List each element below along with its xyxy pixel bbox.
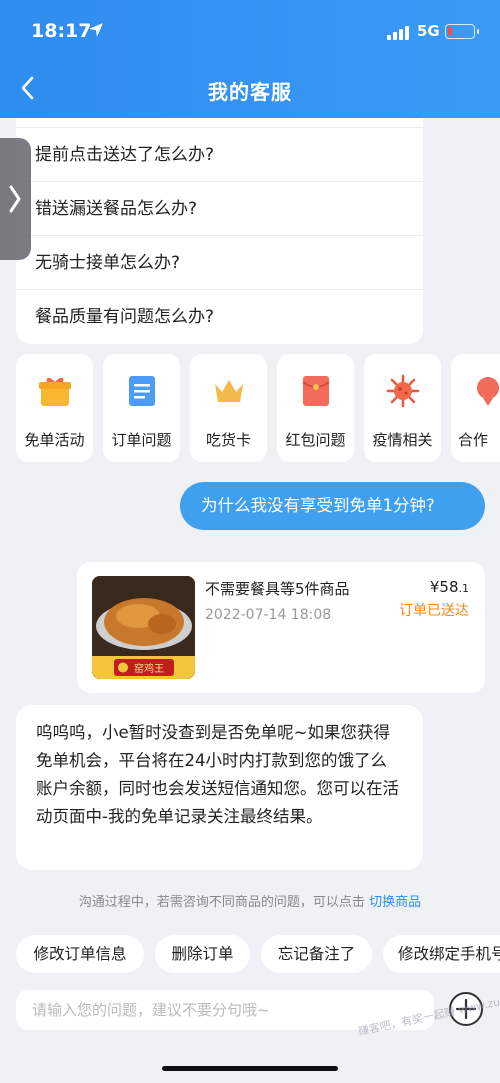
quick-reply-button[interactable]: 删除订单 — [155, 935, 250, 973]
order-status: 订单已送达 — [399, 603, 469, 619]
faq-card: 提前点击送达了怎么办? 错送漏送餐品怎么办? 无骑士接单怎么办? 餐品质量有问题… — [16, 118, 423, 344]
status-time: 18:17 — [31, 20, 92, 42]
order-items-name: 不需要餐具等5件商品 — [205, 580, 350, 598]
switch-product-hint: 沟通过程中，若需咨询不同商品的问题，可以点击 切换商品 — [0, 891, 500, 910]
roast-chicken-image: 窑鸡王 — [92, 576, 195, 679]
crown-icon — [215, 380, 243, 402]
shortcut-red-envelope[interactable]: 红包问题 — [277, 354, 354, 462]
quick-reply-button[interactable]: 修改绑定手机号 — [383, 935, 500, 973]
shortcut-label: 订单问题 — [111, 431, 172, 449]
store-logo-text: 窑鸡王 — [134, 662, 164, 675]
switch-product-link[interactable]: 切换商品 — [369, 895, 421, 910]
shortcut-order-issue[interactable]: 订单问题 — [103, 354, 180, 462]
shortcut-partner[interactable]: 合作 — [451, 354, 500, 462]
shortcut-label: 红包问题 — [285, 431, 346, 449]
status-bar: 18:17 5G — [0, 0, 500, 60]
order-price-main: ¥58 — [429, 578, 459, 596]
order-price-decimal: .1 — [458, 582, 470, 595]
faq-item[interactable]: 提前点击送达了怎么办? — [16, 127, 423, 181]
red-envelope-icon — [302, 376, 330, 406]
document-icon — [129, 376, 155, 406]
battery-icon — [445, 24, 479, 39]
gift-icon — [39, 377, 71, 406]
network-label: 5G — [417, 22, 440, 40]
bot-message-bubble: 呜呜呜，小e暂时没查到是否免单呢~如果您获得免单机会，平台将在24小时内打款到您… — [16, 705, 423, 870]
shortcut-epidemic[interactable]: 疫情相关 — [364, 354, 441, 462]
shortcut-label: 免单活动 — [24, 431, 85, 449]
chevron-right-icon — [9, 185, 21, 213]
header-bar: 18:17 5G 我的客服 — [0, 0, 500, 118]
shortcut-label: 吃货卡 — [205, 431, 251, 449]
order-card[interactable]: 窑鸡王 不需要餐具等5件商品 2022-07-14 18:08 ¥58.1 订单… — [77, 562, 485, 693]
order-date: 2022-07-14 18:08 — [205, 607, 332, 623]
shortcut-foodie-card[interactable]: 吃货卡 — [190, 354, 267, 462]
signal-icon — [387, 26, 409, 40]
battery-level — [448, 27, 452, 35]
quick-reply-button[interactable]: 修改订单信息 — [16, 935, 144, 973]
order-thumbnail: 窑鸡王 — [92, 576, 195, 679]
faq-item[interactable]: 错送漏送餐品怎么办? — [16, 181, 423, 235]
home-indicator — [162, 1066, 338, 1071]
quick-reply-button[interactable]: 忘记备注了 — [261, 935, 372, 973]
order-price: ¥58.1 — [430, 578, 469, 596]
shortcut-label: 合作 — [458, 431, 489, 449]
virus-icon — [386, 374, 420, 408]
page-title: 我的客服 — [208, 80, 292, 104]
location-arrow-icon — [89, 23, 103, 37]
hint-text: 沟通过程中，若需咨询不同商品的问题，可以点击 — [78, 895, 365, 910]
user-message-bubble: 为什么我没有享受到免单1分钟? — [180, 482, 485, 530]
shortcut-label: 疫情相关 — [372, 431, 433, 449]
faq-item[interactable]: 餐品质量有问题怎么办? — [16, 289, 423, 343]
shortcut-free-order[interactable]: 免单活动 — [16, 354, 93, 462]
partner-icon — [477, 377, 499, 406]
faq-item[interactable]: 无骑士接单怎么办? — [16, 235, 423, 289]
side-drawer-handle[interactable] — [0, 138, 31, 260]
